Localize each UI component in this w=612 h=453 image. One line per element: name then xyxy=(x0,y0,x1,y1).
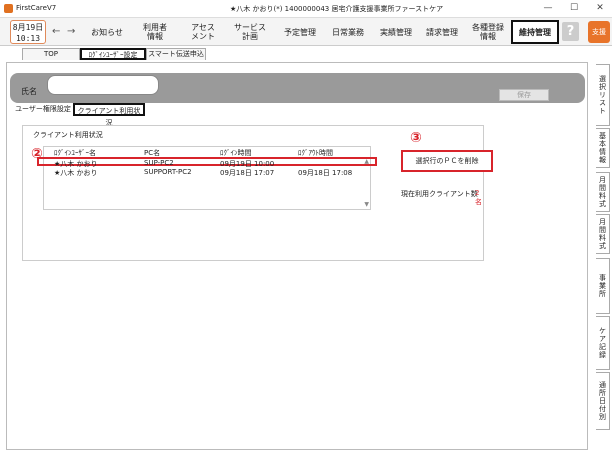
menu-schedule[interactable]: 予定管理 xyxy=(278,20,322,44)
scroll-down-icon[interactable]: ▼ xyxy=(364,201,369,208)
side-tab-daycare-date[interactable]: 通所日付別 xyxy=(596,372,610,430)
side-tab-care-record[interactable]: ケア記録 xyxy=(596,316,610,370)
forward-arrow-icon[interactable]: → xyxy=(67,26,75,37)
current-client-count-label: 現在利用クライアント数 xyxy=(401,190,478,198)
help-button[interactable]: ? xyxy=(562,22,579,41)
name-input[interactable] xyxy=(47,75,159,95)
side-tab-selection-list[interactable]: 選択リスト xyxy=(596,64,610,126)
back-arrow-icon[interactable]: ← xyxy=(52,26,60,37)
tab-client-usage[interactable]: クライアント利用状況 xyxy=(73,103,145,127)
table-row[interactable]: ★八木 かおり SUPPORT-PC2 09月18日 17:07 09月18日 … xyxy=(44,168,370,177)
name-label: 氏名 xyxy=(21,87,37,96)
table-row-selected[interactable]: ★八木 かおり SUP-PC2 09月19日 10:00 xyxy=(37,157,377,168)
cell-pc-name: SUPPORT-PC2 xyxy=(144,168,192,176)
menu-assessment[interactable]: アセス メント xyxy=(182,20,224,44)
menu-user-info[interactable]: 利用者 情報 xyxy=(134,20,176,44)
side-tab-office[interactable]: 事業所 xyxy=(596,258,610,314)
cell-login-time: 09月18日 17:07 xyxy=(220,169,275,177)
client-usage-panel: クライアント利用状況 ﾛｸﾞｲﾝﾕｰｻﾞｰ名 PC名 ﾛｸﾞｲﾝ時間 ﾛｸﾞｱｳ… xyxy=(22,125,493,261)
menu-billing[interactable]: 請求管理 xyxy=(420,20,464,44)
tab-smart-transmission[interactable]: スマート伝送申込 xyxy=(146,48,206,60)
menu-results[interactable]: 実績管理 xyxy=(374,20,418,44)
time-text: 10:13 xyxy=(15,34,41,43)
annotation-marker-3: ③ xyxy=(410,130,422,146)
menu-registration[interactable]: 各種登録 情報 xyxy=(466,20,510,44)
date-display: 8月19日 10:13 xyxy=(10,20,46,44)
delete-selected-pc-button[interactable]: 選択行のＰＣを削除 xyxy=(401,150,493,172)
scroll-up-icon[interactable]: ▲ xyxy=(364,158,369,165)
annotation-marker-2: ② xyxy=(31,146,43,162)
app-name: FirstCareV7 xyxy=(16,4,57,12)
save-button[interactable]: 保存 xyxy=(499,89,549,101)
minimize-button[interactable]: — xyxy=(540,2,556,15)
sub-tab-bar: TOP ﾛｸﾞｲﾝﾕｰｻﾞｰ設定 スマート伝送申込 xyxy=(0,46,612,60)
maximize-button[interactable]: ☐ xyxy=(566,2,582,15)
window-title: ★八木 かおり(*) 1400000043 居宅介護支援事業所ファーストケア xyxy=(230,5,444,13)
support-button[interactable]: 支援 xyxy=(588,21,610,43)
app-icon xyxy=(4,4,13,13)
list-header: ﾛｸﾞｲﾝﾕｰｻﾞｰ名 PC名 ﾛｸﾞｲﾝ時間 ﾛｸﾞｱｳﾄ時間 xyxy=(44,147,370,157)
cell-logout-time: 09月18日 17:08 xyxy=(298,169,353,177)
date-text: 8月19日 xyxy=(12,23,44,32)
tab-top[interactable]: TOP xyxy=(22,48,80,60)
client-list[interactable]: ﾛｸﾞｲﾝﾕｰｻﾞｰ名 PC名 ﾛｸﾞｲﾝ時間 ﾛｸﾞｱｳﾄ時間 ★八木 かおり… xyxy=(37,146,377,210)
side-tab-monthly-1[interactable]: 月間料式 xyxy=(596,172,610,212)
tab-user-permissions[interactable]: ユーザー権限設定 xyxy=(13,103,73,116)
side-tab-monthly-2[interactable]: 月間料式 xyxy=(596,214,610,254)
main-toolbar: 8月19日 10:13 ← → お知らせ 利用者 情報 アセス メント サービス… xyxy=(0,18,612,46)
menu-service-plan[interactable]: サービス 計画 xyxy=(228,20,272,44)
current-client-count-value: 2名 xyxy=(475,189,482,206)
title-bar: FirstCareV7 ★八木 かおり(*) 1400000043 居宅介護支援… xyxy=(0,0,612,18)
menu-maintenance[interactable]: 維持管理 xyxy=(511,20,559,44)
menu-notice[interactable]: お知らせ xyxy=(86,20,128,44)
client-usage-title: クライアント利用状況 xyxy=(33,131,103,139)
cell-login-user: ★八木 かおり xyxy=(54,169,98,177)
menu-daily-work[interactable]: 日常業務 xyxy=(326,20,370,44)
main-panel: 氏名 保存 ユーザー権限設定 クライアント利用状況 クライアント利用状況 ﾛｸﾞ… xyxy=(6,62,588,450)
tab-login-user-settings[interactable]: ﾛｸﾞｲﾝﾕｰｻﾞｰ設定 xyxy=(80,48,146,60)
close-button[interactable]: ✕ xyxy=(592,2,608,15)
side-tab-basic-info[interactable]: 基本情報 xyxy=(596,128,610,168)
cell-pc-name: SUP-PC2 xyxy=(144,159,174,167)
